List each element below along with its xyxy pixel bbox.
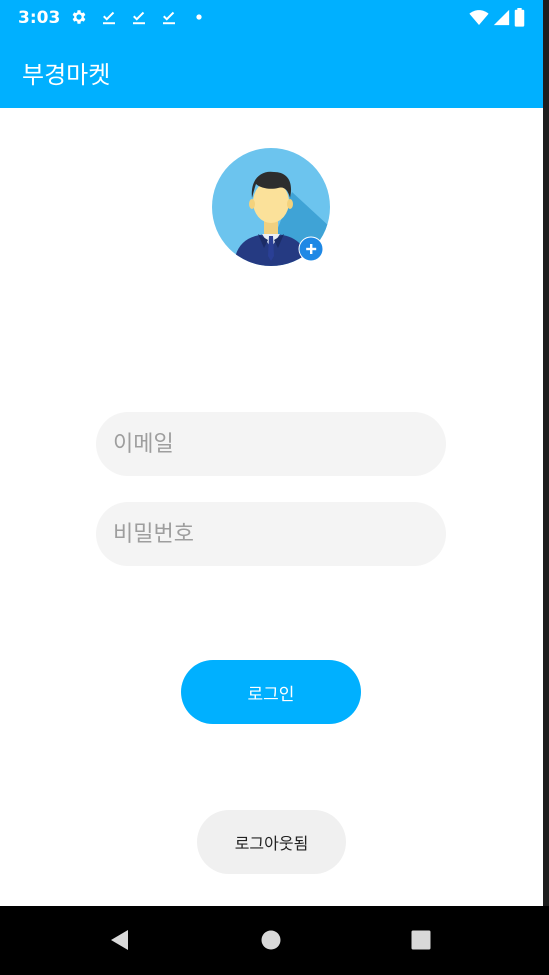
battery-icon (514, 8, 525, 27)
home-button[interactable] (255, 924, 287, 956)
recents-button[interactable] (405, 924, 437, 956)
add-icon (298, 236, 324, 262)
recents-square-icon (411, 930, 431, 950)
profile-avatar[interactable] (212, 148, 332, 268)
download-done-icon (133, 11, 145, 25)
wifi-icon (469, 10, 489, 25)
login-content: 로그인 로그아웃됨 (0, 108, 543, 906)
device-frame-edge (543, 0, 549, 975)
app-title: 부경마켓 (22, 61, 111, 89)
back-button[interactable] (104, 924, 136, 956)
logout-button[interactable]: 로그아웃됨 (197, 810, 346, 874)
system-nav-bar (0, 906, 549, 975)
download-done-icon (103, 11, 115, 25)
signal-icon (493, 9, 510, 26)
home-circle-icon (261, 930, 281, 950)
status-notification-icons (70, 8, 220, 26)
phone-screen: 3:03 부경마켓 이메일 로그인 로그아웃됨 (0, 0, 549, 975)
status-bar: 3:03 (0, 0, 543, 36)
status-time: 3:03 (18, 8, 61, 28)
password-field[interactable] (96, 502, 446, 566)
login-button[interactable]: 로그인 (181, 660, 361, 724)
back-triangle-icon (111, 930, 128, 950)
app-bar: 부경마켓 (0, 36, 543, 108)
dot-icon (196, 14, 202, 20)
download-done-icon (163, 11, 175, 25)
status-system-icons (465, 8, 525, 27)
settings-icon (72, 10, 86, 24)
email-field[interactable] (96, 412, 446, 476)
